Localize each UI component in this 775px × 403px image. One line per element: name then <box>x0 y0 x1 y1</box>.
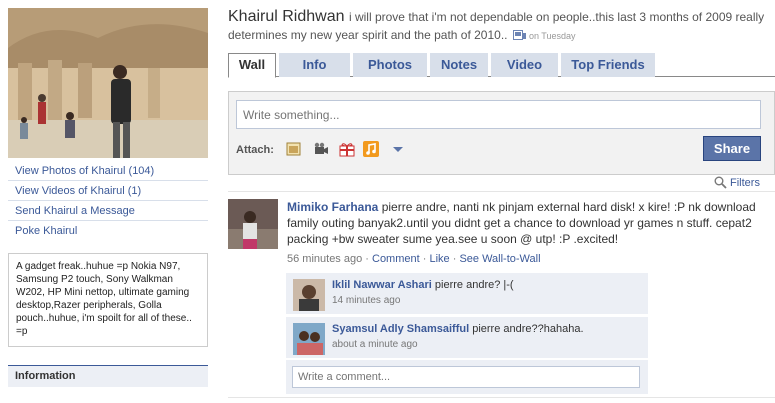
commenter-avatar[interactable] <box>293 279 325 311</box>
music-icon[interactable] <box>363 141 379 157</box>
profile-photo-image <box>8 8 208 158</box>
comment-link[interactable]: Comment <box>372 253 420 265</box>
post-time: 56 minutes ago <box>287 253 363 265</box>
comment-content: Iklil Nawwar Ashari pierre andre? |-( 14… <box>332 279 514 306</box>
tab-wall[interactable]: Wall <box>228 53 276 78</box>
tab-notes[interactable]: Notes <box>430 53 488 77</box>
wall-publisher: Attach: Share <box>228 91 775 175</box>
comment-author-link[interactable]: Iklil Nawwar Ashari <box>332 279 432 291</box>
bottom-divider <box>228 397 775 398</box>
write-something-input[interactable] <box>236 100 761 129</box>
comment-author-link[interactable]: Syamsul Adly Shamsaifful <box>332 323 469 335</box>
more-dropdown-icon[interactable] <box>390 141 406 157</box>
comment-time: 14 minutes ago <box>332 295 401 306</box>
comment-text: pierre andre??hahaha. <box>472 323 584 335</box>
profile-name: Khairul Ridhwan <box>228 8 345 25</box>
main-column: Khairul Ridhwan i will prove that i'm no… <box>228 8 775 398</box>
comment-text: pierre andre? |-( <box>434 279 514 291</box>
bio-box: A gadget freak..huhue =p Nokia N97, Sams… <box>8 253 208 347</box>
view-photos-link[interactable]: View Photos of Khairul (104) <box>8 161 208 181</box>
magnifier-icon <box>714 176 727 189</box>
comment-item: Iklil Nawwar Ashari pierre andre? |-( 14… <box>286 273 648 315</box>
tab-top-friends[interactable]: Top Friends <box>561 53 655 77</box>
status-time: on Tuesday <box>528 31 576 41</box>
filters-link[interactable]: Filters <box>714 176 760 189</box>
video-icon[interactable] <box>313 141 329 157</box>
commenter-photo <box>293 323 325 355</box>
attach-label: Attach: <box>236 144 274 156</box>
author-photo <box>228 199 278 249</box>
profile-header: Khairul Ridhwan i will prove that i'm no… <box>228 8 775 45</box>
meta-separator: · <box>419 253 430 265</box>
tab-photos[interactable]: Photos <box>353 53 427 77</box>
poke-link[interactable]: Poke Khairul <box>8 221 208 241</box>
photo-icon[interactable] <box>286 141 302 157</box>
post-author-avatar[interactable] <box>228 199 278 249</box>
post-body: Mimiko Farhana pierre andre, nanti nk pi… <box>287 199 772 267</box>
comment-content: Syamsul Adly Shamsaifful pierre andre??h… <box>332 323 584 350</box>
feed-divider <box>228 191 775 192</box>
meta-separator: · <box>449 253 460 265</box>
post-author-link[interactable]: Mimiko Farhana <box>287 200 378 214</box>
like-link[interactable]: Like <box>429 253 449 265</box>
meta-separator: · <box>362 253 372 265</box>
send-message-link[interactable]: Send Khairul a Message <box>8 201 208 221</box>
view-videos-link[interactable]: View Videos of Khairul (1) <box>8 181 208 201</box>
profile-tabs: Wall Info Photos Notes Video Top Friends <box>228 53 775 78</box>
gift-icon[interactable] <box>339 141 355 157</box>
tab-video[interactable]: Video <box>491 53 558 77</box>
commenter-photo <box>293 279 325 311</box>
write-comment-input[interactable] <box>292 366 640 388</box>
information-heading: Information <box>8 365 208 387</box>
commenter-avatar[interactable] <box>293 323 325 355</box>
share-button[interactable]: Share <box>703 136 761 161</box>
filters-label: Filters <box>730 177 760 189</box>
post-meta: 56 minutes ago · Comment · Like · See Wa… <box>287 251 772 267</box>
tab-info[interactable]: Info <box>279 53 350 77</box>
profile-photo[interactable] <box>8 8 208 158</box>
comment-time: about a minute ago <box>332 339 418 350</box>
mobile-update-icon <box>512 30 526 40</box>
comment-item: Syamsul Adly Shamsaifful pierre andre??h… <box>286 317 648 359</box>
left-column: View Photos of Khairul (104) View Videos… <box>8 8 208 387</box>
comment-box <box>286 360 648 394</box>
wall-to-wall-link[interactable]: See Wall-to-Wall <box>459 253 540 265</box>
profile-actions: View Photos of Khairul (104) View Videos… <box>8 161 208 241</box>
